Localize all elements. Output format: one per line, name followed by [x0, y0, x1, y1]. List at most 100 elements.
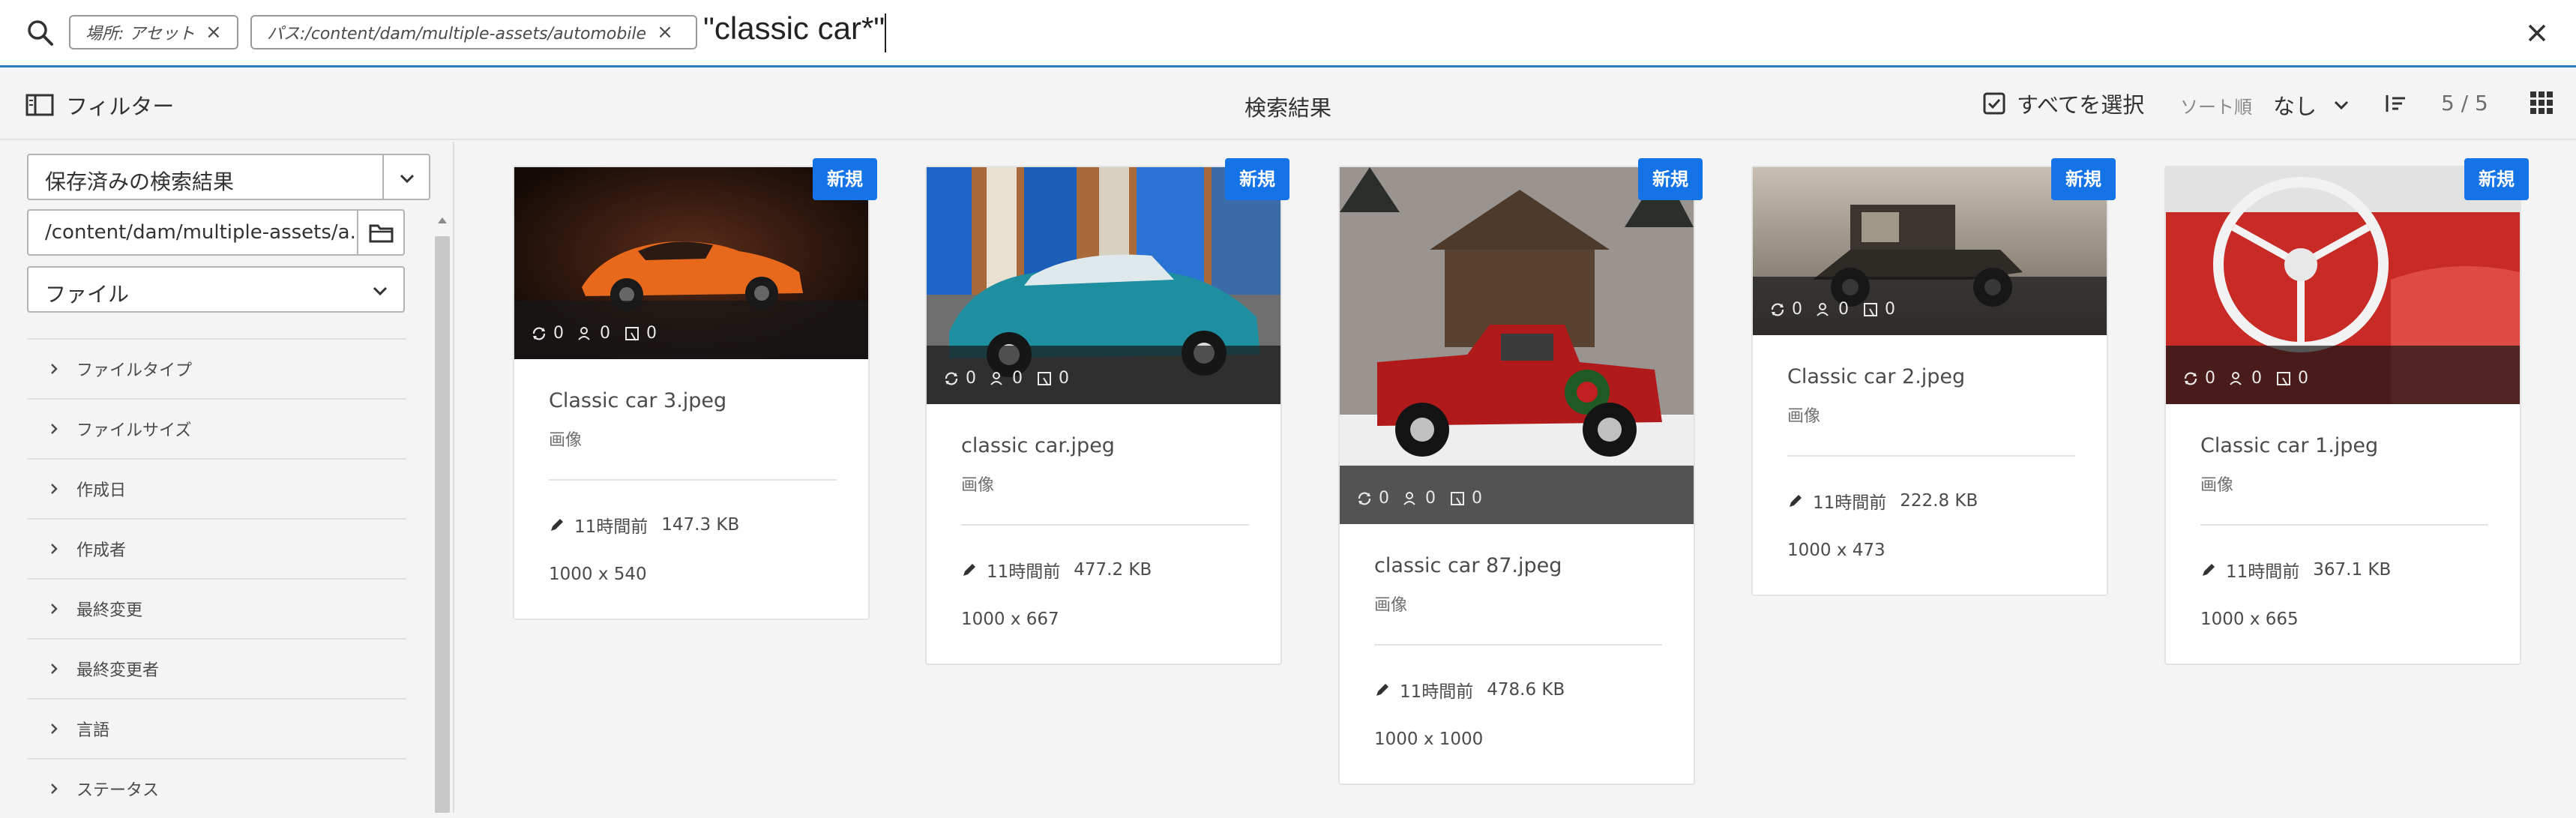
reviews-icon [2230, 371, 2242, 385]
facet-label: ステータス [76, 781, 160, 800]
new-badge: 新規 [1638, 158, 1703, 200]
facet-label: ファイルサイズ [76, 421, 192, 440]
search-input[interactable]: "classic car*" [703, 10, 885, 46]
asset-title[interactable]: Classic car 1.jpeg [2200, 434, 2378, 457]
asset-type: 画像 [549, 431, 583, 450]
reviews-icon [990, 371, 1002, 385]
asset-title[interactable]: Classic car 3.jpeg [549, 389, 726, 412]
asset-card[interactable]: 0 0 0 新規 Classic car 3.jpeg 画像 11時間前 147… [513, 158, 877, 620]
file-size: 367.1 KB [2313, 560, 2392, 580]
new-badge: 新規 [2464, 158, 2529, 200]
asset-thumbnail[interactable]: 0 0 0 [1340, 167, 1694, 524]
modified-time: 11時間前 [574, 517, 648, 537]
results-grid: 0 0 0 新規 Classic car 3.jpeg 画像 11時間前 147… [456, 142, 2576, 813]
location-chip-label: 場所: アセット [85, 25, 195, 43]
file-size: 477.2 KB [1074, 560, 1152, 580]
asset-card[interactable]: 0 0 0 新規 classic car.jpeg 画像 11時間前 477.2… [925, 158, 1289, 665]
facet-status[interactable]: ステータス [27, 758, 406, 818]
reviews-icon [1403, 491, 1415, 505]
asset-meta: 11時間前 367.1 KB [2200, 557, 2391, 583]
facet-label: 作成者 [76, 541, 127, 560]
facet-created-by[interactable]: 作成者 [27, 518, 406, 578]
comment-count: 0 [1379, 489, 1389, 508]
facet-file-size[interactable]: ファイルサイズ [27, 398, 406, 458]
select-all-label: すべてを選択 [2017, 92, 2145, 118]
pencil-icon [963, 564, 975, 576]
type-select-value: ファイル [45, 282, 130, 307]
sort-dropdown[interactable]: なし [2273, 89, 2353, 121]
divider [1787, 455, 2075, 457]
omnisearch-bar: 場所: アセット × パス:/content/dam/multiple-asse… [0, 0, 2576, 67]
chevron-right-icon [51, 364, 58, 374]
reviews-icon [578, 326, 590, 340]
asset-title[interactable]: classic car.jpeg [961, 434, 1115, 457]
comments-icon [1358, 492, 1371, 505]
browse-path-button[interactable] [357, 209, 405, 256]
review-count: 0 [1838, 300, 1849, 319]
modified-time: 11時間前 [2226, 562, 2300, 582]
chevron-down-icon[interactable] [396, 167, 418, 190]
facet-label: 最終変更者 [76, 661, 160, 680]
modified-time: 11時間前 [1813, 493, 1887, 513]
path-filter-chip[interactable]: パス:/content/dam/multiple-assets/automobi… [250, 15, 697, 49]
comments-icon [1771, 303, 1784, 316]
select-all-checkbox-icon [1983, 92, 2005, 115]
asset-stats: 0 0 0 [1356, 489, 1496, 508]
asset-thumbnail[interactable]: 0 0 0 [2166, 167, 2520, 404]
chevron-down-icon [373, 286, 388, 296]
facet-label: 言語 [76, 721, 110, 740]
asset-card[interactable]: 0 0 0 新規 classic car 87.jpeg 画像 11時間前 47… [1338, 158, 1703, 785]
asset-type: 画像 [2200, 476, 2234, 495]
tasks-icon [1038, 371, 1051, 386]
saved-search-select[interactable]: 保存済みの検索結果 [27, 154, 430, 200]
file-size: 147.3 KB [661, 515, 740, 535]
chevron-right-icon [51, 784, 58, 794]
asset-card[interactable]: 0 0 0 新規 Classic car 2.jpeg 画像 11時間前 222… [1751, 158, 2116, 596]
review-count: 0 [600, 324, 610, 343]
close-icon[interactable] [2519, 15, 2555, 51]
chevron-right-icon [51, 544, 58, 554]
chevron-right-icon [51, 664, 58, 674]
filter-rail: 保存済みの検索結果 /content/dam/multiple-assets/a… [0, 142, 454, 813]
asset-title[interactable]: Classic car 2.jpeg [1787, 365, 1965, 388]
type-select[interactable]: ファイル [27, 266, 405, 313]
facet-language[interactable]: 言語 [27, 698, 406, 758]
review-count: 0 [1425, 489, 1436, 508]
facet-label: 最終変更 [76, 601, 143, 620]
asset-meta: 11時間前 477.2 KB [961, 557, 1152, 583]
new-badge: 新規 [2051, 158, 2116, 200]
remove-path-chip-icon[interactable]: × [657, 21, 673, 43]
facet-last-modified-by[interactable]: 最終変更者 [27, 638, 406, 698]
sort-value: なし [2273, 94, 2317, 119]
path-chip-label: パス:/content/dam/multiple-assets/automobi… [267, 25, 647, 43]
dimensions: 1000 x 667 [961, 610, 1059, 629]
facet-file-type[interactable]: ファイルタイプ [27, 338, 406, 398]
chevron-right-icon [51, 604, 58, 614]
task-count: 0 [646, 324, 657, 343]
comment-count: 0 [1792, 300, 1802, 319]
facet-label: 作成日 [76, 481, 127, 500]
tasks-icon [625, 326, 639, 341]
pencil-icon [551, 519, 563, 531]
divider [961, 524, 1249, 526]
asset-thumbnail[interactable]: 0 0 0 [927, 167, 1281, 404]
select-all-button[interactable]: すべてを選択 [1982, 88, 2144, 119]
asset-meta: 11時間前 222.8 KB [1787, 488, 1978, 514]
path-field[interactable]: /content/dam/multiple-assets/a... [27, 209, 358, 256]
divider [1374, 644, 1662, 646]
remove-location-chip-icon[interactable]: × [205, 21, 222, 43]
tasks-icon [1451, 491, 1464, 506]
divider [382, 155, 384, 199]
asset-card[interactable]: 0 0 0 新規 Classic car 1.jpeg 画像 11時間前 367… [2164, 158, 2529, 665]
facet-created-date[interactable]: 作成日 [27, 458, 406, 518]
scroll-up-arrow-icon[interactable] [436, 215, 448, 226]
location-filter-chip[interactable]: 場所: アセット × [69, 15, 238, 49]
sort-direction-icon[interactable] [2383, 91, 2410, 116]
chevron-right-icon [51, 484, 58, 494]
task-count: 0 [1885, 300, 1895, 319]
card-view-icon[interactable] [2528, 89, 2555, 116]
scrollbar-thumb[interactable] [435, 236, 450, 813]
asset-title[interactable]: classic car 87.jpeg [1374, 554, 1562, 577]
facet-last-modified[interactable]: 最終変更 [27, 578, 406, 638]
pencil-icon [1376, 684, 1388, 696]
